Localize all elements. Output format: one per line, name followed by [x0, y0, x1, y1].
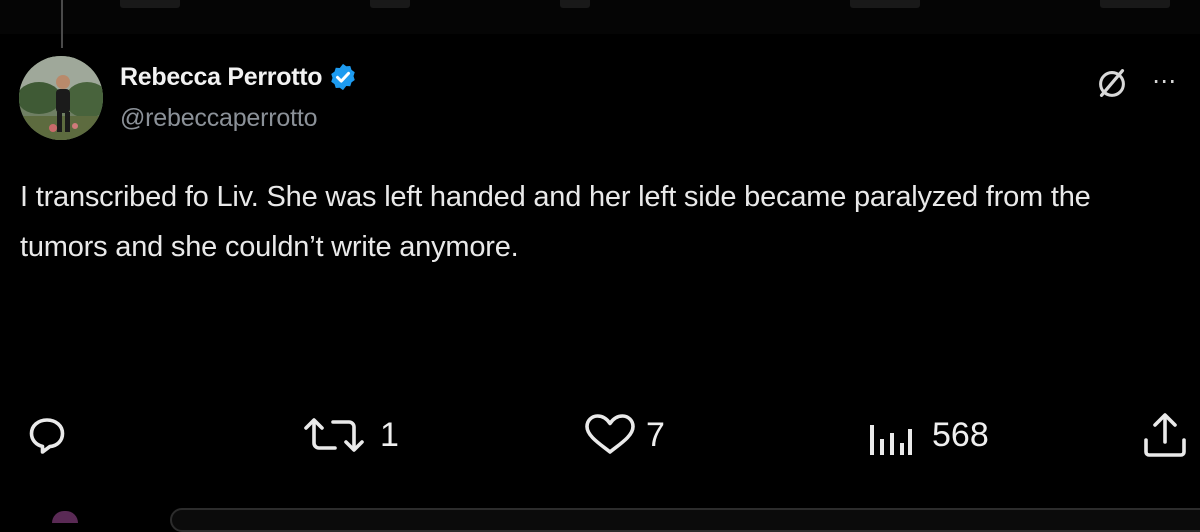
author-display-name[interactable]: Rebecca Perrotto: [120, 63, 323, 92]
previous-post-fragment: [120, 0, 180, 8]
like-button[interactable]: 7: [582, 405, 665, 465]
post-actions-bar: 1 7 568: [0, 405, 1200, 465]
share-icon: [1144, 413, 1186, 457]
views-button[interactable]: 568: [866, 405, 989, 465]
thread-connector-line: [61, 0, 63, 48]
next-avatar-fragment: [52, 511, 78, 523]
repost-icon: [304, 418, 364, 452]
share-button[interactable]: [1140, 405, 1198, 465]
avatar[interactable]: [19, 56, 103, 140]
repost-button[interactable]: 1: [300, 405, 399, 465]
post-text: I transcribed fo Liv. She was left hande…: [20, 181, 1091, 263]
author-name-row[interactable]: Rebecca Perrotto: [120, 62, 358, 92]
previous-post-fragment: [370, 0, 410, 8]
grok-icon[interactable]: [1093, 64, 1131, 102]
previous-post-fragment: [850, 0, 920, 8]
views-icon: [870, 425, 912, 455]
reply-input-bar[interactable]: [170, 508, 1200, 532]
previous-post-fragment: [560, 0, 590, 8]
verified-badge-icon: [331, 63, 355, 91]
like-count: 7: [646, 416, 665, 454]
reply-icon: [29, 418, 65, 454]
repost-count: 1: [380, 416, 399, 454]
heart-icon: [585, 414, 635, 454]
reply-button[interactable]: [25, 405, 77, 465]
avatar-image: [19, 56, 103, 140]
more-options-icon[interactable]: ⋯: [1152, 70, 1177, 94]
views-count: 568: [932, 416, 989, 454]
previous-post-fragment: [1100, 0, 1170, 8]
author-handle[interactable]: @rebeccaperrotto: [120, 104, 317, 133]
previous-post-strip: [0, 0, 1200, 34]
